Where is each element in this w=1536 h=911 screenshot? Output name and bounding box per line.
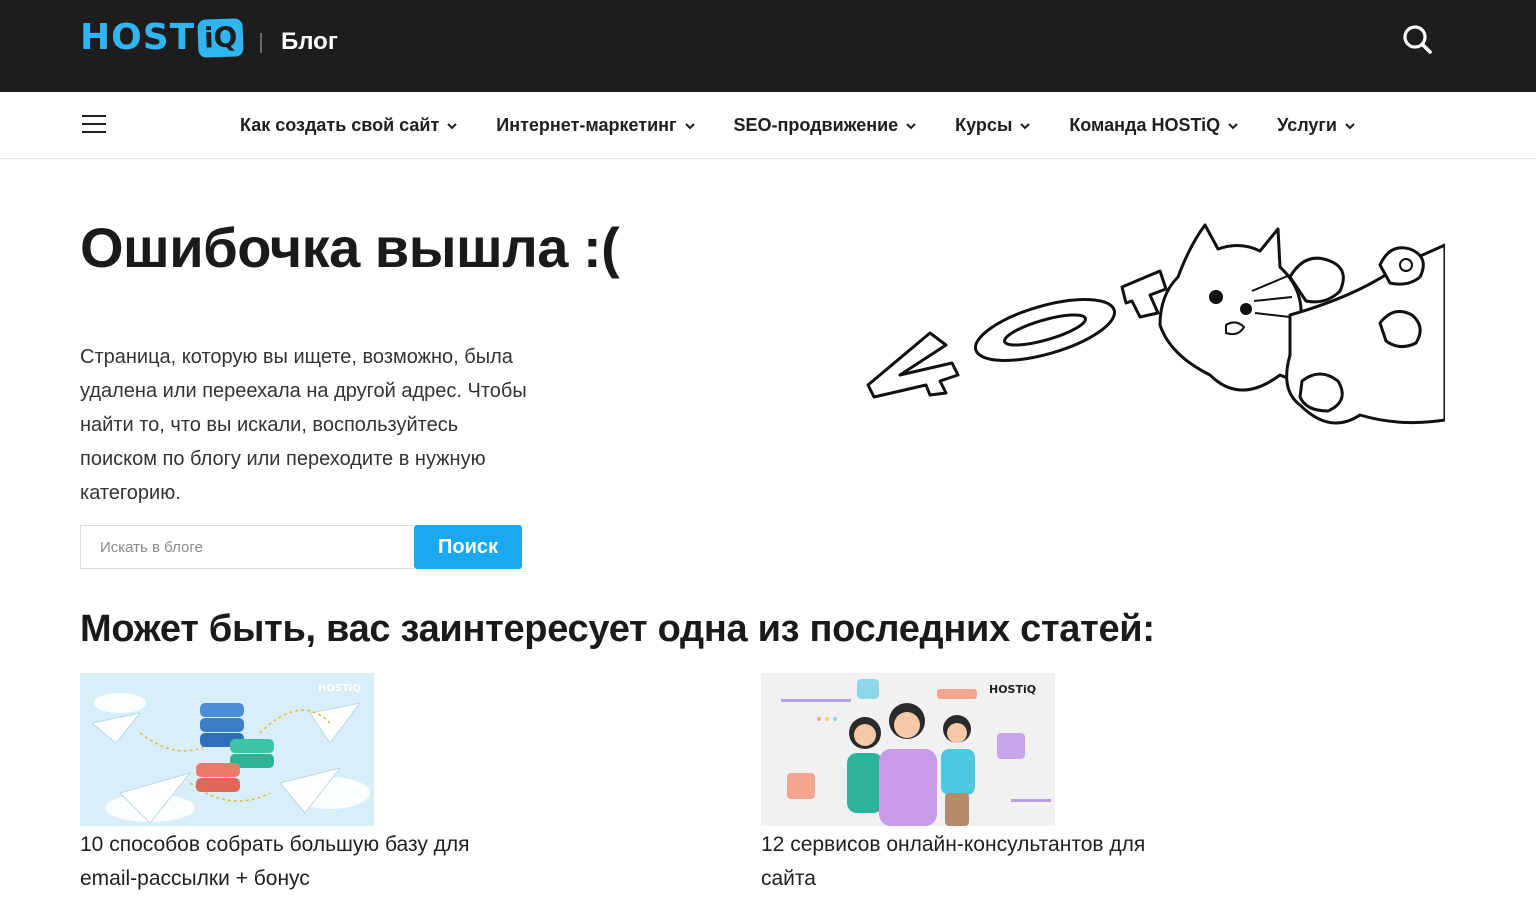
chevron-down-icon <box>1020 122 1031 129</box>
404-cat-illustration <box>866 223 1445 425</box>
nav-item-seo[interactable]: SEO-продвижение <box>734 115 919 136</box>
top-bar: HOST iQ Блог <box>0 0 1536 92</box>
thumbnail-logo: HOSTiQ <box>318 683 361 694</box>
nav-item-services[interactable]: Услуги <box>1277 115 1357 136</box>
logo-divider <box>260 33 262 53</box>
chevron-down-icon <box>1345 122 1355 129</box>
related-heading: Может быть, вас заинтересует одна из пос… <box>80 608 1155 650</box>
article-thumbnail-email-database[interactable]: HOSTiQ <box>80 673 374 826</box>
chevron-down-icon <box>684 122 695 129</box>
chevron-down-icon <box>1228 122 1238 129</box>
logo-badge: iQ <box>197 18 245 58</box>
hamburger-icon[interactable] <box>82 115 106 135</box>
nav-item-create-site[interactable]: Как создать свой сайт <box>240 115 459 136</box>
article-title[interactable]: 12 сервисов онлайн-консультантов для сай… <box>761 828 1181 896</box>
search-button[interactable]: Поиск <box>414 525 522 569</box>
nav-item-internet-marketing[interactable]: Интернет-маркетинг <box>496 115 696 136</box>
article-thumbnail-online-consultants[interactable]: HOSTiQ <box>761 673 1055 826</box>
nav-menu: Как создать свой сайт Интернет-маркетинг… <box>240 92 1394 159</box>
blog-link[interactable]: Блог <box>281 28 338 56</box>
hostiq-logo[interactable]: HOST iQ <box>80 14 245 62</box>
blog-search-input[interactable] <box>80 525 414 569</box>
article-title[interactable]: 10 способов собрать большую базу для ema… <box>80 828 500 896</box>
logo-text: HOST <box>80 17 196 58</box>
chevron-down-icon <box>447 122 458 129</box>
nav-item-courses[interactable]: Курсы <box>955 115 1032 136</box>
chevron-down-icon <box>906 122 916 129</box>
article-card[interactable]: HOSTiQ 10 способов собрать большую базу … <box>80 673 500 896</box>
article-card[interactable]: HOSTiQ 12 сервисов онлайн-консультантов … <box>761 673 1181 896</box>
nav-item-team[interactable]: Команда HOSTiQ <box>1069 115 1240 136</box>
category-nav: Как создать свой сайт Интернет-маркетинг… <box>0 92 1536 159</box>
thumbnail-logo: HOSTiQ <box>989 683 1036 696</box>
search-icon[interactable] <box>1398 20 1438 60</box>
page-title: Ошибочка вышла :( <box>80 216 620 279</box>
error-message: Страница, которую вы ищете, возможно, бы… <box>80 346 527 504</box>
